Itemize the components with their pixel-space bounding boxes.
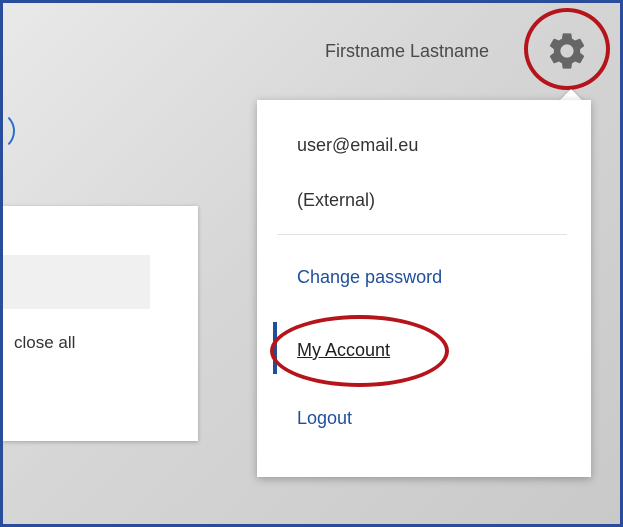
- gear-icon[interactable]: [545, 29, 589, 73]
- account-type: (External): [297, 190, 376, 210]
- user-dropdown-menu: user@email.eu (External) Change password…: [257, 100, 591, 477]
- user-email: user@email.eu: [297, 135, 419, 155]
- close-all-text[interactable]: close all: [14, 333, 75, 353]
- background-input-field[interactable]: [3, 255, 150, 309]
- active-item-indicator: [273, 322, 277, 374]
- background-panel: close all: [3, 206, 198, 441]
- my-account-link[interactable]: My Account: [297, 340, 390, 361]
- change-password-link[interactable]: Change password: [297, 267, 442, 288]
- partial-circle-element: [3, 111, 15, 151]
- logout-link[interactable]: Logout: [297, 408, 352, 429]
- menu-divider: [277, 234, 567, 235]
- user-name: Firstname Lastname: [325, 41, 490, 61]
- screenshot-frame: close all Firstname Lastname user@email.…: [0, 0, 623, 527]
